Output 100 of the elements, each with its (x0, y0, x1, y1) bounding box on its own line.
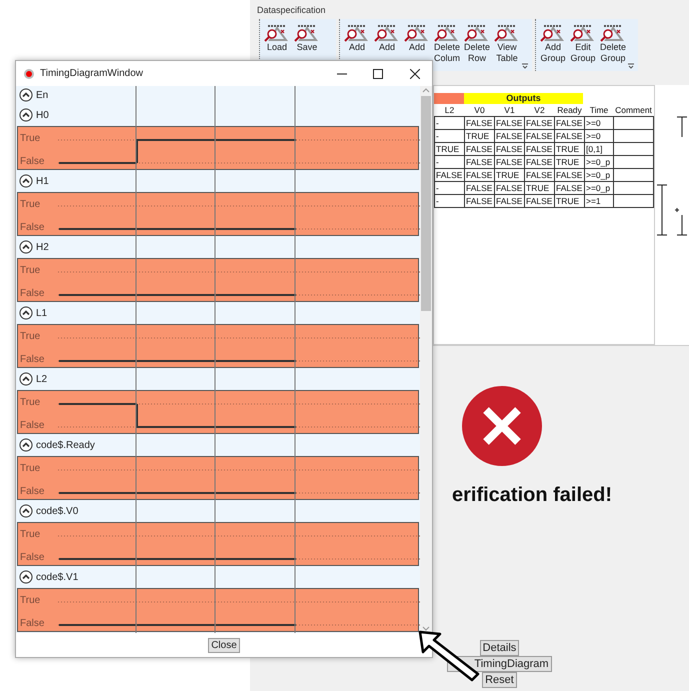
table-cell: FALSE (554, 168, 584, 182)
column-header: V2 (524, 104, 554, 116)
action-button[interactable]: Details (480, 640, 520, 656)
signal-name: L2 (36, 372, 48, 386)
action-button[interactable]: Reset (482, 672, 517, 688)
ribbon-button[interactable]: Add (402, 19, 432, 71)
outputs-header: Outputs (464, 93, 583, 104)
table-cell: TRUE (554, 142, 584, 156)
true-label: True (20, 264, 40, 278)
column-header: L2 (434, 104, 464, 116)
table-cell: TRUE (464, 130, 494, 142)
column-header: Ready (554, 104, 584, 116)
signal-name: En (36, 88, 48, 102)
false-label: False (20, 617, 44, 631)
expand-icon[interactable] (19, 240, 33, 254)
true-label: True (20, 396, 40, 410)
dropdown-icon[interactable] (628, 63, 634, 69)
table-cell: FALSE (524, 156, 554, 168)
signal-name: H1 (36, 174, 49, 188)
false-label: False (20, 419, 44, 433)
ribbon-button[interactable]: Edit Group (568, 19, 598, 71)
table-cell: TRUE (494, 168, 524, 182)
ribbon-button[interactable]: Add (372, 19, 402, 71)
ribbon-button[interactable]: Delete Row (462, 19, 492, 71)
table-cell: FALSE (464, 142, 494, 156)
table-cell: TRUE (434, 142, 464, 156)
table-cell: - (434, 130, 464, 142)
ribbon-button[interactable]: Delete Colum (432, 19, 462, 71)
table-cell: >=1 (584, 194, 614, 208)
magnifier-logo-icon (540, 22, 566, 42)
column-header: Time (584, 104, 614, 116)
table-cell: >=0_p (584, 156, 614, 168)
table-cell: FALSE (554, 130, 584, 142)
signal-name: H2 (36, 240, 49, 254)
maximize-icon[interactable] (373, 68, 383, 78)
magnifier-logo-icon (570, 22, 596, 42)
true-label: True (20, 330, 40, 344)
magnifier-logo-icon (600, 22, 626, 42)
table-cell: FALSE (464, 182, 494, 194)
table-cell: FALSE (524, 168, 554, 182)
false-label: False (20, 485, 44, 499)
magnifier-logo-icon (294, 22, 320, 42)
table-cell: >=0_p (584, 182, 614, 194)
signal-name: code$.V1 (36, 570, 78, 584)
expand-icon[interactable] (19, 570, 33, 584)
close-button[interactable]: Close (208, 638, 240, 652)
table-cell: [0,1] (584, 142, 614, 156)
table-cell: FALSE (554, 116, 584, 130)
expand-icon[interactable] (19, 108, 33, 122)
magnifier-logo-icon (404, 22, 430, 42)
input-group-header (434, 93, 464, 104)
ribbon-button[interactable]: Add (342, 19, 372, 71)
table-cell: FALSE (494, 156, 524, 168)
true-label: True (20, 594, 40, 608)
table-cell: TRUE (554, 194, 584, 208)
scrollbar[interactable] (420, 86, 432, 633)
table-cell: - (434, 194, 464, 208)
magnifier-logo-icon (374, 22, 400, 42)
table-cell: - (434, 116, 464, 130)
true-label: True (20, 198, 40, 212)
expand-icon[interactable] (19, 174, 33, 188)
magnifier-logo-icon (494, 22, 520, 42)
expand-icon[interactable] (19, 306, 33, 320)
table-cell: FALSE (554, 182, 584, 194)
false-label: False (20, 287, 44, 301)
close-icon[interactable] (410, 68, 420, 78)
table-cell: FALSE (494, 194, 524, 208)
ribbon-button[interactable]: View Table (492, 19, 522, 71)
column-header: V1 (494, 104, 524, 116)
signal-name: H0 (36, 108, 49, 122)
expand-icon[interactable] (19, 504, 33, 518)
table-cell: TRUE (554, 156, 584, 168)
ribbon-button[interactable]: Delete Group (598, 19, 628, 71)
ribbon-button[interactable]: Save (292, 19, 322, 71)
ribbon-button[interactable]: Add Group (538, 19, 568, 71)
false-label: False (20, 353, 44, 367)
signal-name: code$.Ready (36, 438, 95, 452)
dropdown-icon[interactable] (522, 63, 528, 69)
magnifier-logo-icon (344, 22, 370, 42)
table-cell: FALSE (464, 116, 494, 130)
signal-name: code$.V0 (36, 504, 78, 518)
table-cell: - (434, 182, 464, 194)
true-label: True (20, 462, 40, 476)
ribbon-button[interactable]: Load (262, 19, 292, 71)
expand-icon[interactable] (19, 88, 33, 102)
column-header: Comment (614, 104, 653, 116)
table-cell: FALSE (464, 194, 494, 208)
table-cell: FALSE (494, 142, 524, 156)
table-cell: FALSE (524, 142, 554, 156)
table-cell: >=0_p (584, 168, 614, 182)
error-icon (462, 386, 542, 466)
scroll-thumb[interactable] (421, 96, 432, 311)
expand-icon[interactable] (19, 438, 33, 452)
signal-name: L1 (36, 306, 48, 320)
magnifier-logo-icon (464, 22, 490, 42)
table-cell: >=0 (584, 116, 614, 130)
table-cell: FALSE (464, 168, 494, 182)
false-label: False (20, 155, 44, 169)
table-cell: FALSE (524, 130, 554, 142)
expand-icon[interactable] (19, 372, 33, 386)
